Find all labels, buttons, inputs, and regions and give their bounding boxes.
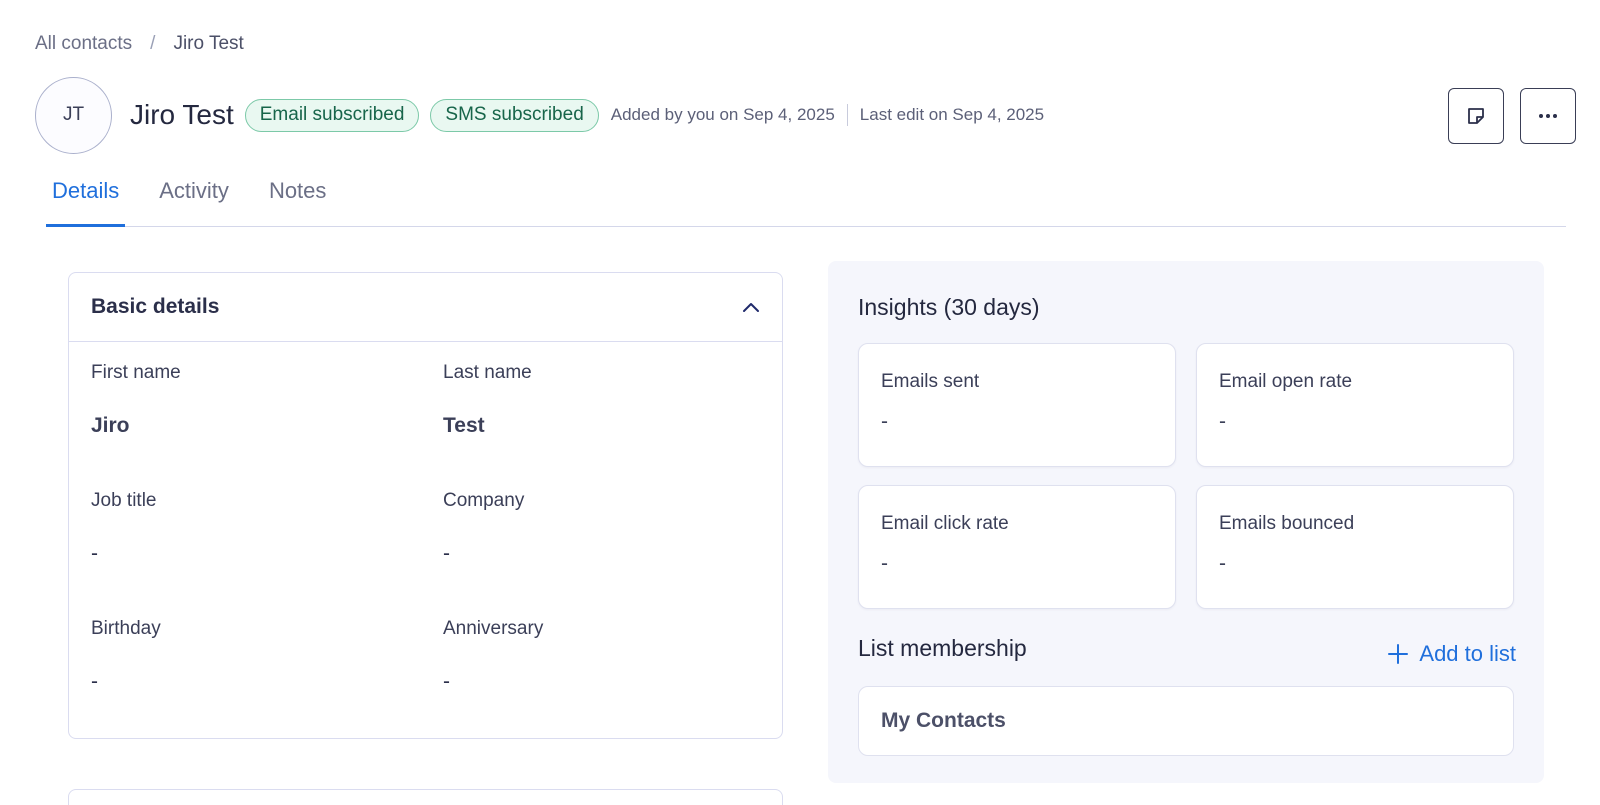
ellipsis-icon	[1539, 114, 1557, 118]
company-field: Company -	[443, 490, 773, 566]
metric-label: Email click rate	[881, 513, 1009, 534]
plus-icon	[1388, 644, 1409, 664]
chevron-up-icon[interactable]	[742, 301, 760, 313]
insights-title: Insights (30 days)	[858, 294, 1040, 320]
first-name-field: First name Jiro	[91, 362, 421, 438]
metric-emails-bounced: Emails bounced -	[1196, 485, 1514, 609]
metric-value: -	[881, 552, 888, 575]
first-name-value: Jiro	[91, 414, 130, 437]
contact-header: JT Jiro Test Email subscribed SMS subscr…	[35, 76, 1576, 154]
next-section-card	[68, 789, 783, 805]
insights-panel: Insights (30 days) Emails sent - Email o…	[828, 261, 1544, 783]
last-name-label: Last name	[443, 362, 532, 383]
last-name-field: Last name Test	[443, 362, 773, 438]
birthday-value: -	[91, 670, 98, 693]
breadcrumb-all-contacts-link[interactable]: All contacts	[35, 33, 132, 55]
sms-subscribed-badge: SMS subscribed	[430, 98, 599, 132]
metric-email-click-rate: Email click rate -	[858, 485, 1176, 609]
breadcrumb: All contacts / Jiro Test	[35, 33, 244, 55]
basic-details-title: Basic details	[91, 295, 220, 318]
metric-label: Emails sent	[881, 371, 980, 392]
last-name-value: Test	[443, 414, 485, 437]
added-info: Added by you on Sep 4, 2025	[610, 105, 835, 124]
list-membership-title: List membership	[858, 635, 1027, 661]
sticky-note-icon	[1468, 108, 1484, 124]
tab-details[interactable]: Details	[46, 170, 126, 227]
last-edit-info: Last edit on Sep 4, 2025	[859, 105, 1045, 124]
breadcrumb-current: Jiro Test	[173, 33, 244, 54]
more-options-button[interactable]	[1520, 88, 1576, 144]
birthday-label: Birthday	[91, 618, 161, 639]
job-title-label: Job title	[91, 490, 157, 511]
email-subscribed-badge: Email subscribed	[244, 98, 420, 132]
metric-email-open-rate: Email open rate -	[1196, 343, 1514, 467]
breadcrumb-separator: /	[150, 33, 156, 54]
avatar: JT	[35, 76, 112, 154]
basic-details-card: Basic details First name Jiro Last name …	[68, 272, 783, 739]
first-name-label: First name	[91, 362, 181, 383]
company-label: Company	[443, 490, 525, 511]
metric-emails-sent: Emails sent -	[858, 343, 1176, 467]
basic-details-header[interactable]: Basic details	[69, 273, 782, 342]
anniversary-label: Anniversary	[443, 618, 544, 639]
company-value: -	[443, 542, 450, 565]
add-to-list-label: Add to list	[1419, 641, 1516, 666]
metric-value: -	[1219, 552, 1226, 575]
metric-label: Emails bounced	[1219, 513, 1355, 534]
job-title-field: Job title -	[91, 490, 421, 566]
contact-name: Jiro Test	[130, 99, 234, 130]
add-to-list-button[interactable]: Add to list	[1387, 641, 1516, 667]
job-title-value: -	[91, 542, 98, 565]
list-item[interactable]: My Contacts	[858, 686, 1514, 756]
add-note-button[interactable]	[1448, 88, 1504, 144]
tab-activity[interactable]: Activity	[153, 170, 235, 226]
contact-meta: Added by you on Sep 4, 2025 Last edit on…	[611, 104, 1044, 126]
meta-divider	[846, 104, 848, 126]
anniversary-value: -	[443, 670, 450, 693]
tab-bar: Details Activity Notes	[46, 170, 1566, 227]
birthday-field: Birthday -	[91, 618, 421, 694]
tab-notes[interactable]: Notes	[263, 170, 332, 226]
metric-value: -	[881, 410, 888, 433]
metric-value: -	[1219, 410, 1226, 433]
anniversary-field: Anniversary -	[443, 618, 773, 694]
metric-label: Email open rate	[1219, 371, 1353, 392]
